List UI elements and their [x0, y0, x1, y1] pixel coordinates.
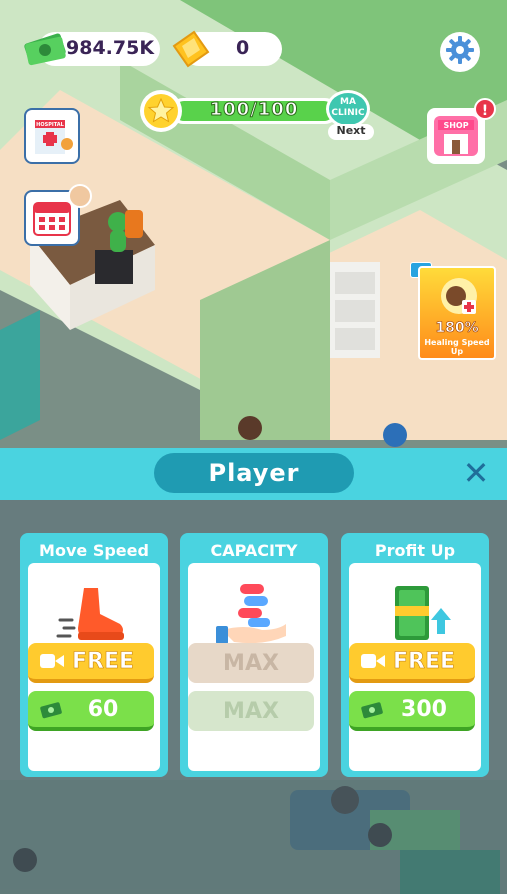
settings-button[interactable]: [440, 32, 480, 72]
card-title: Profit Up: [374, 541, 456, 560]
panel-title: Player: [154, 453, 354, 493]
gear-icon: [445, 35, 475, 69]
hospital-button[interactable]: HOSPITAL: [24, 108, 80, 164]
boost-percent: 180%: [435, 320, 479, 337]
cash-icon: [22, 30, 68, 72]
ticket-icon: [168, 28, 214, 72]
free-upgrade-button[interactable]: FREE: [28, 643, 154, 683]
next-label: Next: [328, 124, 374, 140]
hospital-label: HOSPITAL: [36, 122, 64, 128]
upgrade-card-profit-up: Profit Up FREE 300: [341, 533, 489, 777]
upgrade-card-capacity: CAPACITY MAX MAX: [180, 533, 328, 777]
avatar: [68, 184, 92, 208]
video-icon: [40, 654, 64, 668]
calendar-icon: [33, 202, 71, 236]
cash-upgrade-button[interactable]: 60: [28, 691, 154, 731]
progress-text: 100/100: [209, 99, 299, 121]
upgrade-card-move-speed: Move Speed FREE 60: [20, 533, 168, 777]
max-label: MAX: [223, 698, 279, 724]
cost-label: 60: [87, 696, 119, 722]
video-icon: [361, 654, 385, 668]
card-title: CAPACITY: [210, 541, 298, 560]
next-clinic-badge[interactable]: MA CLINIC: [326, 90, 370, 128]
healing-icon: [441, 278, 477, 314]
level-progress: 100/100 MA CLINIC Next: [140, 90, 374, 140]
free-label: FREE: [392, 648, 456, 674]
ticket-count: 0: [236, 37, 250, 59]
free-upgrade-button[interactable]: FREE: [349, 643, 475, 683]
hospital-icon: HOSPITAL: [35, 120, 73, 154]
shop-label: SHOP: [443, 121, 468, 130]
close-icon: ✕: [462, 454, 490, 492]
boost-label: Healing Speed Up: [424, 338, 490, 356]
cash-amount: 984.75K: [66, 37, 155, 59]
star-icon: [140, 90, 182, 132]
cash-upgrade-button[interactable]: 300: [349, 691, 475, 731]
cost-label: 300: [401, 696, 447, 722]
card-title: Move Speed: [39, 541, 149, 560]
close-button[interactable]: ✕: [458, 455, 494, 491]
cash-icon: [40, 702, 62, 719]
shop-alert-badge: !: [474, 98, 496, 120]
free-label: FREE: [71, 648, 135, 674]
healing-speed-boost[interactable]: 180% Healing Speed Up: [418, 266, 496, 360]
cash-icon: [361, 702, 383, 719]
max-button: MAX: [188, 643, 314, 683]
shop-icon: SHOP: [434, 116, 478, 156]
max-label: MAX: [223, 650, 279, 676]
max-cash-button: MAX: [188, 691, 314, 731]
